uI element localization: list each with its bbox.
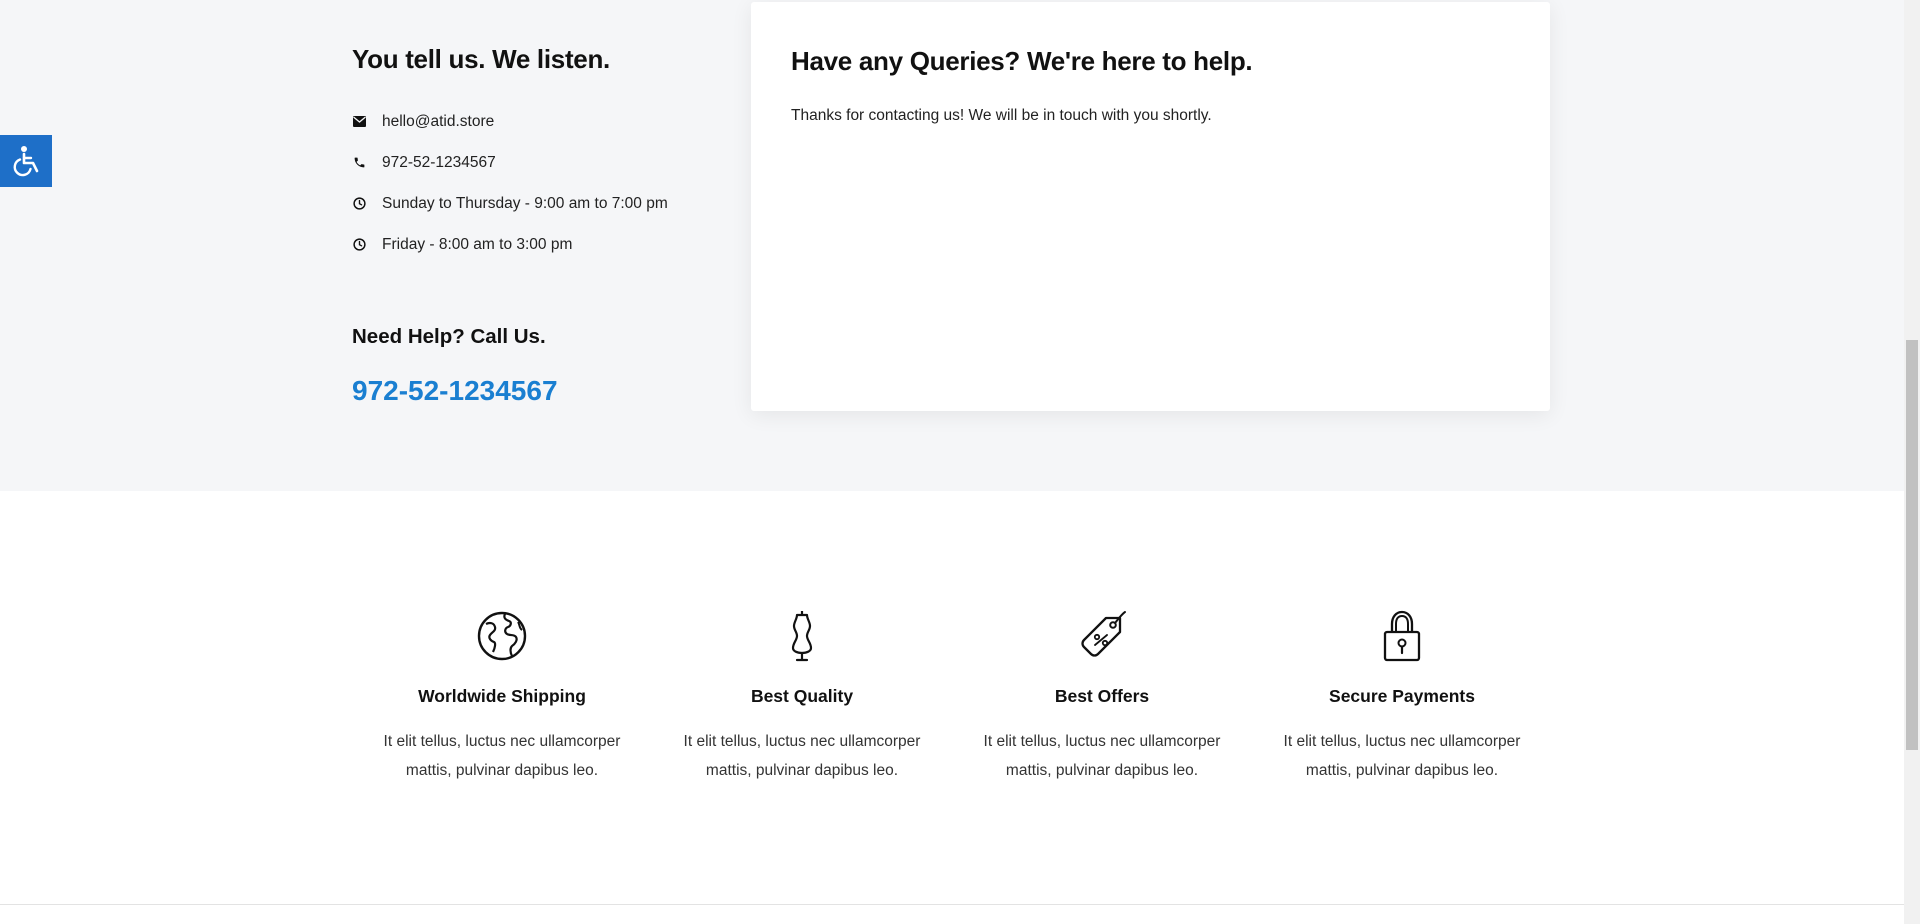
form-success-message: Thanks for contacting us! We will be in … <box>791 107 1212 124</box>
contact-hours-friday-item: Friday - 8:00 am to 3:00 pm <box>352 224 732 265</box>
contact-email-text: hello@atid.store <box>382 112 495 130</box>
contact-hours-weekday-text: Sunday to Thursday - 9:00 am to 7:00 pm <box>382 194 668 212</box>
scrollbar-thumb[interactable] <box>1906 340 1918 750</box>
contact-phone-item[interactable]: 972-52-1234567 <box>352 142 732 183</box>
globe-icon <box>477 611 527 661</box>
envelope-icon <box>352 115 366 129</box>
clock-icon <box>352 197 366 211</box>
feature-secure-payments: Secure Payments It elit tellus, luctus n… <box>1252 610 1552 779</box>
feature-description: It elit tellus, luctus nec ullamcorper m… <box>383 733 621 779</box>
feature-title: Best Offers <box>1054 686 1150 706</box>
contact-section: You tell us. We listen. hello@atid.store… <box>0 0 1904 491</box>
contact-form-card: Have any Queries? We're here to help. Th… <box>751 2 1550 411</box>
divider <box>0 904 1904 905</box>
feature-best-offers: Best Offers It elit tellus, luctus nec u… <box>952 610 1252 779</box>
feature-description: It elit tellus, luctus nec ullamcorper m… <box>683 733 921 779</box>
price-tag-icon <box>1081 611 1126 657</box>
feature-title: Secure Payments <box>1329 686 1475 706</box>
help-phone-link[interactable]: 972-52-1234567 <box>352 375 558 407</box>
contact-hours-friday-text: Friday - 8:00 am to 3:00 pm <box>382 235 573 253</box>
accessibility-button[interactable] <box>0 135 52 187</box>
clock-icon <box>352 238 366 252</box>
contact-info-column: You tell us. We listen. hello@atid.store… <box>352 44 732 265</box>
feature-title: Best Quality <box>750 686 854 706</box>
phone-icon <box>352 156 366 170</box>
padlock-icon <box>1383 610 1421 662</box>
feature-title: Worldwide Shipping <box>418 686 586 706</box>
feature-best-quality: Best Quality It elit tellus, luctus nec … <box>652 610 952 779</box>
wheelchair-icon <box>13 146 39 177</box>
contact-info-title: You tell us. We listen. <box>352 44 610 74</box>
contact-info-list: hello@atid.store 972-52-1234567 Sunday t… <box>352 101 732 265</box>
feature-description: It elit tellus, luctus nec ullamcorper m… <box>983 733 1221 779</box>
contact-email-item[interactable]: hello@atid.store <box>352 101 732 142</box>
vertical-scrollbar[interactable] <box>1904 0 1920 924</box>
features-row: Worldwide Shipping It elit tellus, luctu… <box>352 610 1552 790</box>
form-title: Have any Queries? We're here to help. <box>791 46 1253 76</box>
contact-hours-weekday-item: Sunday to Thursday - 9:00 am to 7:00 pm <box>352 183 732 224</box>
feature-worldwide-shipping: Worldwide Shipping It elit tellus, luctu… <box>352 610 652 779</box>
contact-phone-text: 972-52-1234567 <box>382 153 496 171</box>
mannequin-icon <box>791 611 813 662</box>
feature-description: It elit tellus, luctus nec ullamcorper m… <box>1283 733 1521 779</box>
help-title: Need Help? Call Us. <box>352 325 546 348</box>
